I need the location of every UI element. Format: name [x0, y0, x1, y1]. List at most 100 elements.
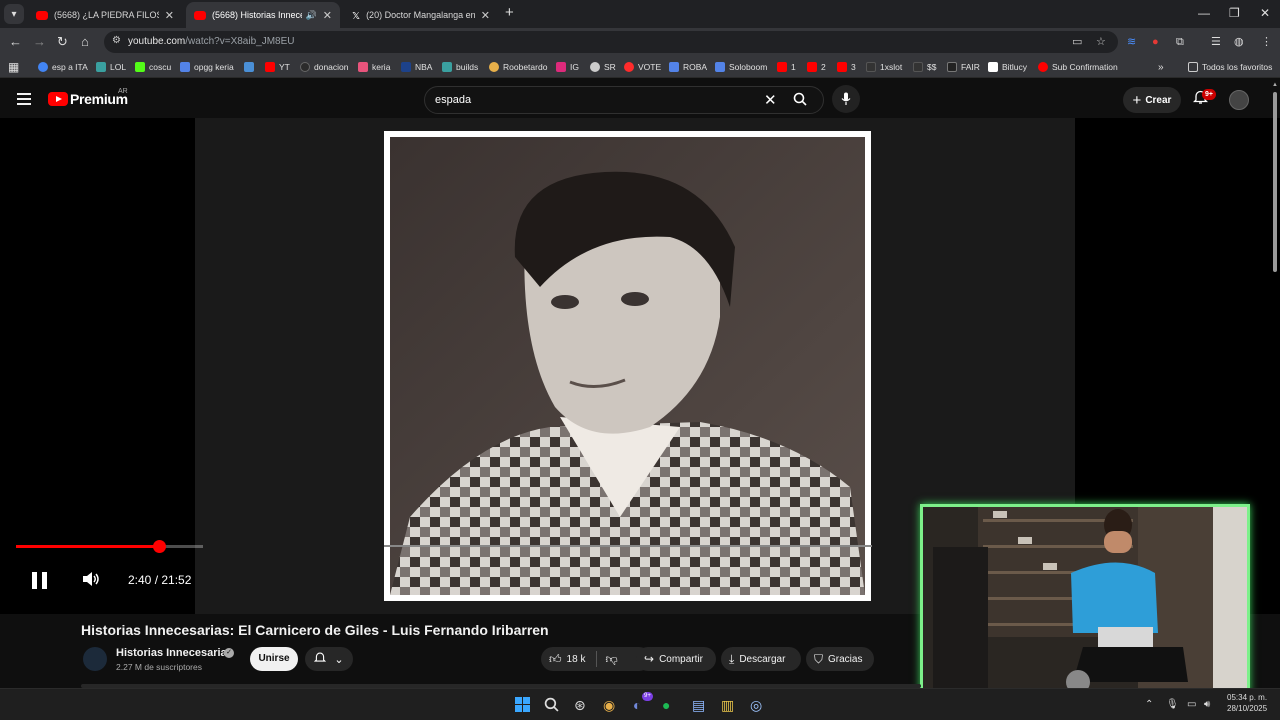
bookmark-item[interactable]: 1	[777, 60, 796, 74]
bookmark-star-icon[interactable]: ☆	[1096, 35, 1106, 48]
new-tab-button[interactable]: +	[505, 5, 514, 21]
bookmark-item[interactable]: Soloboom	[715, 60, 767, 74]
bookmark-item[interactable]: YT	[265, 60, 290, 74]
hamburger-menu-icon[interactable]	[17, 93, 31, 105]
account-avatar[interactable]	[1229, 90, 1249, 110]
bookmark-item[interactable]: ROBA	[669, 60, 707, 74]
browser-tab-2[interactable]: (5668) Historias Innecesarias 🔊 ✕	[186, 2, 340, 28]
channel-avatar[interactable]	[83, 647, 107, 671]
bookmark-item[interactable]: NBA	[401, 60, 432, 74]
bookmark-item[interactable]: Sub Confirmation	[1038, 60, 1118, 74]
clear-search-icon[interactable]: ✕	[764, 91, 777, 109]
browser-tab-3[interactable]: 𝕏 (20) Doctor Mangalanga en X: ✕	[344, 2, 498, 28]
page-scrollbar[interactable]: ▲	[1271, 82, 1280, 692]
like-count[interactable]: 18 k	[567, 654, 586, 665]
windows-start-icon[interactable]	[515, 697, 531, 713]
share-button[interactable]: ↪ Compartir	[636, 647, 716, 671]
bookmark-item[interactable]: Roobetardo	[489, 60, 547, 74]
bookmark-item[interactable]: builds	[442, 60, 478, 74]
bookmark-item[interactable]: esp a ITA	[38, 60, 88, 74]
microphone-tray-icon[interactable]: 🎙︎	[1166, 699, 1179, 710]
extension-shield-icon[interactable]: ●	[1152, 35, 1159, 49]
bookmark-item[interactable]: LOL	[96, 60, 126, 74]
download-button[interactable]: ⤓ Descargar	[721, 647, 801, 671]
pause-icon[interactable]	[32, 572, 48, 589]
close-tab-icon[interactable]: ✕	[165, 9, 174, 22]
time-display: 2:40 / 21:52	[128, 573, 192, 587]
profile-avatar-icon[interactable]: ◍	[1234, 35, 1244, 49]
tab-search-menu-button[interactable]: ▾	[4, 4, 24, 24]
volume-tray-icon[interactable]: 🔊︎	[1204, 699, 1210, 710]
spotify-taskbar-icon[interactable]: ●	[662, 697, 670, 713]
network-tray-icon[interactable]: ▭	[1187, 699, 1196, 710]
reload-icon[interactable]: ↻	[57, 34, 68, 50]
browser-tab-1[interactable]: (5668) ¿LA PIEDRA FILOSOFAL E ✕	[28, 2, 182, 28]
bookmark-item[interactable]: IG	[556, 60, 579, 74]
site-info-icon[interactable]: ⚙	[112, 35, 121, 46]
clock-date: 28/10/2025	[1227, 704, 1268, 713]
thumbs-down-icon[interactable]: 👎︎	[605, 652, 617, 667]
taskbar-search-icon[interactable]	[544, 697, 559, 715]
close-tab-icon[interactable]: ✕	[323, 9, 332, 22]
all-bookmarks-folder[interactable]: Todos los favoritos	[1188, 60, 1272, 74]
more-bookmarks-icon[interactable]: »	[1158, 60, 1164, 74]
bookmark-item[interactable]: 2	[807, 60, 826, 74]
system-clock[interactable]: 05:34 p. m. 28/10/2025	[1227, 692, 1267, 714]
search-icon[interactable]	[793, 92, 807, 109]
bookmark-item[interactable]	[244, 60, 258, 74]
bookmark-item[interactable]: 3	[837, 60, 856, 74]
close-window-icon[interactable]: ✕	[1260, 6, 1270, 20]
bookmark-item[interactable]: VOTE	[624, 60, 661, 74]
browser-menu-icon[interactable]: ⋮	[1261, 35, 1272, 49]
subscription-bell-button[interactable]: ⌄	[305, 647, 353, 671]
bookmark-item[interactable]: Bitlucy	[988, 60, 1027, 74]
forward-icon[interactable]: →	[33, 34, 46, 50]
discord-taskbar-icon[interactable]: ◐	[633, 697, 641, 713]
extension-wave-icon[interactable]: ≋	[1127, 35, 1136, 49]
progress-bar-played[interactable]	[16, 545, 159, 548]
bookmark-item[interactable]: coscu	[135, 60, 171, 74]
files-taskbar-icon[interactable]: ▥	[721, 697, 734, 713]
bookmark-label: opgg keria	[194, 62, 234, 72]
progress-scrubber-handle[interactable]	[153, 540, 166, 553]
search-input[interactable]: espada	[435, 94, 471, 106]
youtube-icon	[777, 62, 787, 72]
roobet-icon	[489, 62, 499, 72]
close-tab-icon[interactable]: ✕	[481, 9, 490, 22]
bookmark-item[interactable]: SR	[590, 60, 616, 74]
channel-name[interactable]: Historias Innecesarias	[116, 647, 233, 659]
restore-window-icon[interactable]: ❐	[1229, 6, 1240, 20]
reading-list-icon[interactable]: ☰	[1211, 35, 1221, 49]
search-box[interactable]: espada ✕	[424, 86, 824, 114]
notepad-taskbar-icon[interactable]: ▤	[692, 697, 705, 713]
scroll-up-icon[interactable]: ▲	[1272, 82, 1278, 88]
tab-title: (20) Doctor Mangalanga en X:	[366, 10, 475, 20]
voice-search-mic-icon[interactable]	[832, 85, 860, 113]
volume-icon[interactable]	[82, 571, 100, 591]
bookmark-item[interactable]: FAIR	[947, 60, 980, 74]
bookmark-item[interactable]: $$	[913, 60, 936, 74]
chrome-taskbar-icon[interactable]: ◉	[603, 697, 615, 713]
thumbs-up-icon[interactable]: 👍︎	[549, 652, 562, 667]
youtube-logo-icon[interactable]	[48, 92, 68, 106]
steam-taskbar-icon[interactable]: ◎	[750, 697, 762, 713]
bookmark-item[interactable]: keria	[358, 60, 390, 74]
tab-audio-icon[interactable]: 🔊	[306, 10, 317, 21]
bookmark-item[interactable]: donacion	[300, 60, 349, 74]
apps-grid-icon[interactable]: ▦	[8, 60, 19, 74]
create-button[interactable]: + Crear	[1123, 87, 1181, 113]
join-button[interactable]: Unirse	[250, 647, 298, 671]
bookmark-label: Sub Confirmation	[1052, 62, 1118, 72]
tray-chevron-icon[interactable]: ⌃	[1145, 699, 1153, 710]
back-icon[interactable]: ←	[9, 34, 22, 50]
thanks-button[interactable]: ⛉ Gracias	[806, 647, 874, 671]
scrollbar-thumb[interactable]	[1273, 92, 1277, 272]
cast-icon[interactable]: ▭	[1072, 35, 1082, 48]
minimize-window-icon[interactable]: —	[1198, 6, 1210, 20]
home-icon[interactable]: ⌂	[81, 34, 89, 50]
address-bar[interactable]: ⚙ youtube.com/watch?v=X8aib_JM8EU ▭ ☆	[104, 31, 1118, 53]
bookmark-item[interactable]: opgg keria	[180, 60, 234, 74]
bookmark-item[interactable]: 1xslot	[866, 60, 902, 74]
extensions-puzzle-icon[interactable]: ⧉	[1176, 35, 1184, 49]
taskbar-app-icon[interactable]: ⊛	[574, 697, 586, 713]
